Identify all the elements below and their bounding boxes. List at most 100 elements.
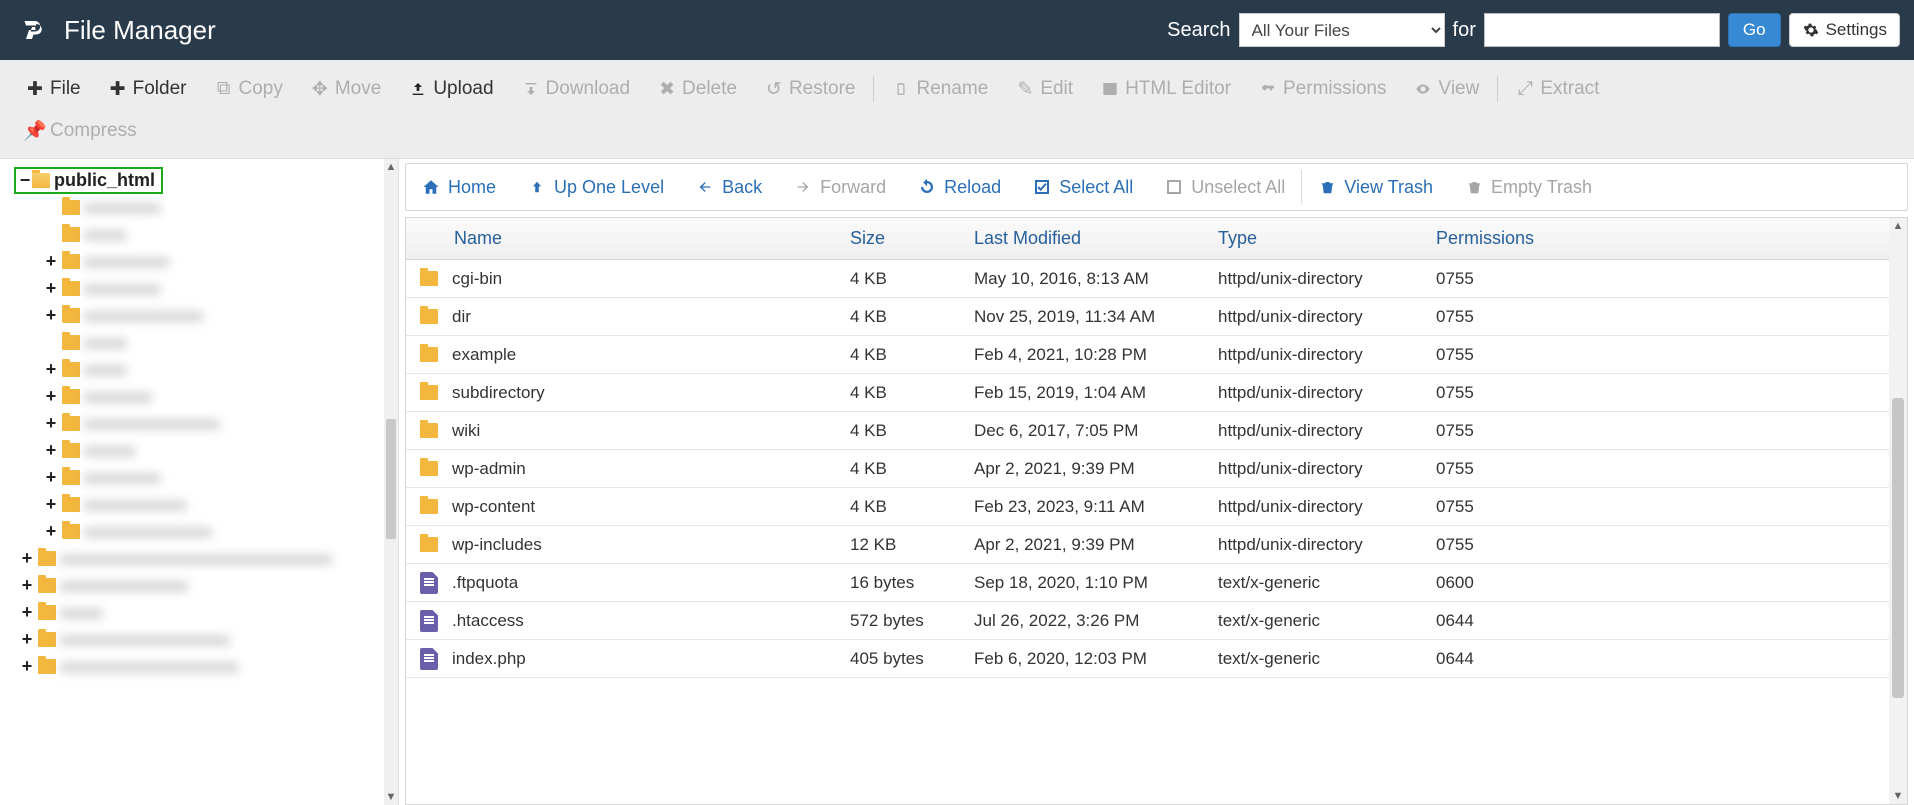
select-all-button[interactable]: Select All: [1017, 164, 1149, 210]
expand-icon[interactable]: +: [44, 521, 58, 542]
restore-button[interactable]: ↺Restore: [751, 68, 870, 110]
expand-icon[interactable]: +: [44, 359, 58, 380]
tree-item[interactable]: xxxxx: [44, 329, 398, 356]
tree-item[interactable]: +xxxxxxxxxxxxxxxxxxxx: [20, 626, 398, 653]
table-row[interactable]: subdirectory4 KBFeb 15, 2019, 1:04 AMhtt…: [406, 374, 1907, 412]
tree-item[interactable]: +xxxxxxxxxxxxxxx: [20, 572, 398, 599]
tree-item[interactable]: xxxxx: [44, 221, 398, 248]
tree-label: xxxxx: [84, 225, 127, 245]
label: Unselect All: [1191, 177, 1285, 198]
view-button[interactable]: View: [1400, 68, 1493, 110]
up-one-level-button[interactable]: Up One Level: [512, 164, 680, 210]
table-scrollbar[interactable]: ▲ ▼: [1889, 218, 1907, 804]
tree-item[interactable]: +xxxxxxxxx: [44, 464, 398, 491]
table-row[interactable]: .htaccess572 bytesJul 26, 2022, 3:26 PMt…: [406, 602, 1907, 640]
tree-panel: − public_html xxxxxxxxx xxxxx +xxxxxxxxx…: [0, 159, 398, 805]
cell-size: 4 KB: [836, 383, 960, 403]
tree-item[interactable]: +xxxxxxxxxx: [44, 248, 398, 275]
cell-perm: 0755: [1422, 421, 1907, 441]
tree-item[interactable]: +xxxxxxxxxxxxxxxxxxxxx: [20, 653, 398, 680]
permissions-button[interactable]: Permissions: [1245, 68, 1400, 110]
expand-icon[interactable]: +: [20, 548, 34, 569]
copy-button[interactable]: ⧉Copy: [200, 68, 296, 110]
settings-button[interactable]: Settings: [1789, 13, 1900, 47]
tree-item[interactable]: +xxxxxx: [44, 437, 398, 464]
new-file-button[interactable]: ✚File: [12, 68, 95, 110]
scroll-thumb[interactable]: [1892, 398, 1904, 698]
tree-siblings: +xxxxxxxxxxxxxxxxxxxxxxxxxxxxxxxx +xxxxx…: [20, 545, 398, 680]
table-row[interactable]: wiki4 KBDec 6, 2017, 7:05 PMhttpd/unix-d…: [406, 412, 1907, 450]
expand-icon[interactable]: +: [20, 629, 34, 650]
col-permissions[interactable]: Permissions: [1422, 228, 1907, 249]
col-size[interactable]: Size: [836, 228, 960, 249]
expand-icon[interactable]: +: [44, 251, 58, 272]
cell-perm: 0755: [1422, 497, 1907, 517]
download-button[interactable]: Download: [508, 68, 645, 110]
unselect-all-button[interactable]: Unselect All: [1149, 164, 1301, 210]
back-button[interactable]: Back: [680, 164, 778, 210]
search-input[interactable]: [1484, 13, 1720, 47]
view-trash-button[interactable]: View Trash: [1302, 164, 1449, 210]
tree-item[interactable]: +xxxxx: [44, 356, 398, 383]
table-row[interactable]: wp-admin4 KBApr 2, 2021, 9:39 PMhttpd/un…: [406, 450, 1907, 488]
tree-item[interactable]: xxxxxxxxx: [44, 194, 398, 221]
tree-item[interactable]: +xxxxxxxxxxxx: [44, 491, 398, 518]
tree-item[interactable]: +xxxxxxxxxxxxxxxxxxxxxxxxxxxxxxxx: [20, 545, 398, 572]
new-folder-button[interactable]: ✚Folder: [95, 68, 201, 110]
upload-button[interactable]: Upload: [395, 68, 507, 110]
delete-button[interactable]: ✖Delete: [644, 68, 751, 110]
expand-icon[interactable]: +: [44, 494, 58, 515]
table-row[interactable]: wp-content4 KBFeb 23, 2023, 9:11 AMhttpd…: [406, 488, 1907, 526]
search-scope-select[interactable]: All Your Files: [1239, 13, 1445, 47]
col-name[interactable]: Name: [406, 228, 836, 249]
scroll-thumb[interactable]: [386, 419, 396, 539]
tree-label: xxxxxxxxx: [84, 279, 161, 299]
table-row[interactable]: .ftpquota16 bytesSep 18, 2020, 1:10 PMte…: [406, 564, 1907, 602]
cell-size: 4 KB: [836, 497, 960, 517]
tree-item[interactable]: +xxxxxxxxxxxxxxx: [44, 518, 398, 545]
cell-modified: Apr 2, 2021, 9:39 PM: [960, 535, 1204, 555]
scroll-down-icon[interactable]: ▼: [386, 789, 397, 805]
expand-icon[interactable]: +: [20, 575, 34, 596]
tree-item[interactable]: +xxxxxxxxxxxxxx: [44, 302, 398, 329]
tree-item[interactable]: +xxxxxxxxxxxxxxxx: [44, 410, 398, 437]
html-editor-button[interactable]: HTML Editor: [1087, 68, 1245, 110]
expand-icon[interactable]: +: [44, 467, 58, 488]
table-row[interactable]: dir4 KBNov 25, 2019, 11:34 AMhttpd/unix-…: [406, 298, 1907, 336]
home-button[interactable]: Home: [406, 164, 512, 210]
table-row[interactable]: example4 KBFeb 4, 2021, 10:28 PMhttpd/un…: [406, 336, 1907, 374]
scroll-up-icon[interactable]: ▲: [1889, 220, 1907, 232]
tree-item[interactable]: + xxxxxxxxx: [44, 275, 398, 302]
expand-icon[interactable]: +: [44, 278, 58, 299]
table-row[interactable]: index.php405 bytesFeb 6, 2020, 12:03 PMt…: [406, 640, 1907, 678]
expand-icon[interactable]: +: [44, 413, 58, 434]
extract-button[interactable]: ⤢Extract: [1502, 68, 1613, 110]
expand-icon[interactable]: +: [44, 305, 58, 326]
col-type[interactable]: Type: [1204, 228, 1422, 249]
tree-root-node[interactable]: − public_html: [14, 167, 398, 194]
collapse-icon[interactable]: −: [18, 170, 32, 191]
expand-icon[interactable]: +: [20, 656, 34, 677]
empty-trash-button[interactable]: Empty Trash: [1449, 164, 1608, 210]
expand-icon[interactable]: +: [44, 440, 58, 461]
label: Restore: [789, 78, 856, 100]
compress-button[interactable]: 📌Compress: [12, 110, 151, 152]
scroll-up-icon[interactable]: ▲: [386, 159, 397, 175]
cell-type: httpd/unix-directory: [1204, 307, 1422, 327]
tree-item[interactable]: +xxxxx: [20, 599, 398, 626]
reload-button[interactable]: Reload: [902, 164, 1017, 210]
edit-button[interactable]: ✎Edit: [1002, 68, 1087, 110]
move-button[interactable]: ✥Move: [297, 68, 395, 110]
expand-icon[interactable]: +: [20, 602, 34, 623]
col-modified[interactable]: Last Modified: [960, 228, 1204, 249]
table-row[interactable]: cgi-bin4 KBMay 10, 2016, 8:13 AMhttpd/un…: [406, 260, 1907, 298]
tree-item[interactable]: +xxxxxxxx: [44, 383, 398, 410]
table-row[interactable]: wp-includes12 KBApr 2, 2021, 9:39 PMhttp…: [406, 526, 1907, 564]
forward-button[interactable]: Forward: [778, 164, 902, 210]
go-button[interactable]: Go: [1728, 13, 1781, 47]
label: Up One Level: [554, 177, 664, 198]
tree-scrollbar[interactable]: ▲ ▼: [384, 159, 398, 805]
rename-button[interactable]: Rename: [878, 68, 1002, 110]
scroll-down-icon[interactable]: ▼: [1889, 790, 1907, 802]
expand-icon[interactable]: +: [44, 386, 58, 407]
